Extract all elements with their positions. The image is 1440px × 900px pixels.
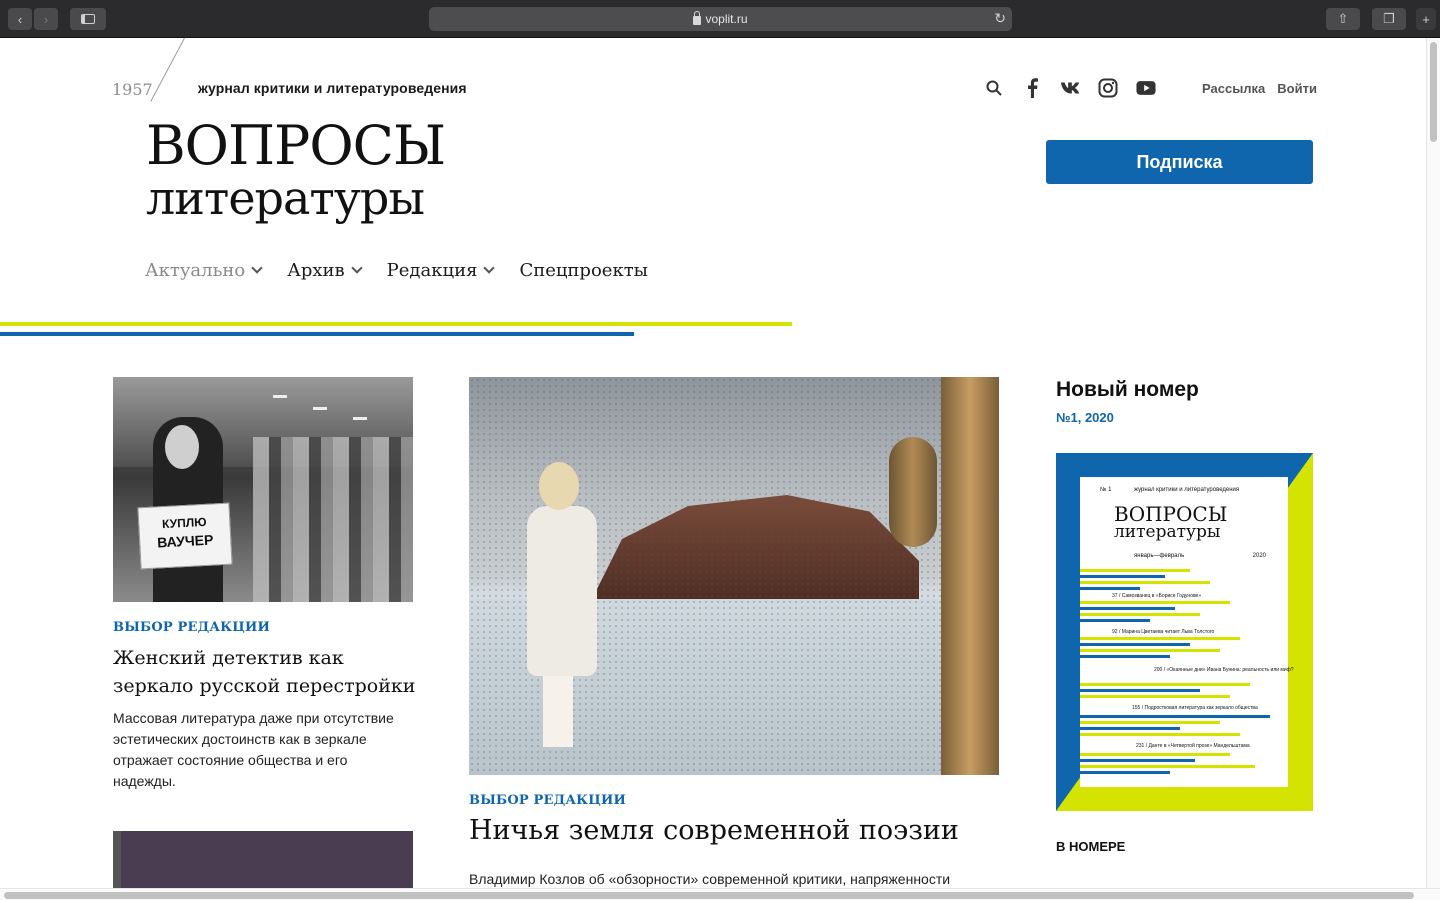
cover-contents-item: 37 / Самозванец в «Борисе Годунове» bbox=[1112, 593, 1202, 599]
cover-months: январь—февраль bbox=[1134, 553, 1185, 559]
site-tagline: журнал критики и литературоведения bbox=[198, 80, 467, 96]
login-link[interactable]: Войти bbox=[1277, 81, 1317, 96]
article-tag[interactable]: ВЫБОР РЕДАКЦИИ bbox=[113, 620, 270, 635]
cover-title-line2: литературы bbox=[1114, 522, 1221, 542]
chevron-down-icon bbox=[483, 261, 496, 274]
nav-item-actual[interactable]: Актуально bbox=[145, 260, 263, 281]
article-image-voucher[interactable]: КУПЛЮ ВАУЧЕР bbox=[113, 377, 413, 602]
nav-item-editorial[interactable]: Редакция bbox=[386, 260, 496, 281]
scroll-thumb[interactable] bbox=[4, 892, 1414, 899]
cover-number: № 1 bbox=[1100, 487, 1112, 493]
back-button[interactable]: ‹ bbox=[8, 8, 32, 30]
in-issue-heading: В НОМЕРЕ bbox=[1056, 839, 1126, 854]
subscribe-button[interactable]: Подписка bbox=[1046, 140, 1313, 184]
decorative-line-blue bbox=[0, 332, 634, 336]
url-text: voplit.ru bbox=[705, 12, 748, 26]
new-issue-heading: Новый номер bbox=[1056, 378, 1199, 401]
vertical-scrollbar[interactable] bbox=[1426, 38, 1440, 888]
cover-year: 2020 bbox=[1252, 553, 1266, 559]
nav-item-label: Редакция bbox=[386, 260, 478, 281]
vk-icon[interactable] bbox=[1060, 77, 1080, 99]
chevron-down-icon bbox=[351, 261, 363, 274]
sidebar-toggle-button[interactable] bbox=[70, 8, 106, 30]
nav-item-label: Актуально bbox=[145, 260, 246, 281]
chevron-down-icon bbox=[251, 261, 263, 274]
lock-icon bbox=[693, 10, 702, 25]
sidebar-icon bbox=[81, 14, 95, 24]
social-icons bbox=[984, 77, 1156, 99]
article-tag[interactable]: ВЫБОР РЕДАКЦИИ bbox=[469, 793, 626, 808]
nav-item-archive[interactable]: Архив bbox=[287, 260, 363, 281]
issue-cover[interactable]: № 1 журнал критики и литературоведения В… bbox=[1056, 453, 1313, 811]
tabs-button[interactable]: ❐ bbox=[1372, 8, 1406, 30]
cover-contents-item: 155 / Подростковая литература как зеркал… bbox=[1132, 705, 1258, 711]
newsletter-link[interactable]: Рассылка bbox=[1202, 81, 1265, 96]
issue-number-link[interactable]: №1, 2020 bbox=[1056, 410, 1114, 425]
facebook-icon[interactable] bbox=[1022, 77, 1042, 99]
article-image-next[interactable] bbox=[113, 831, 413, 888]
main-nav: Актуально Архив Редакция Спецпроекты bbox=[145, 260, 648, 281]
logo-divider bbox=[150, 37, 185, 102]
article-description: Владимир Козлов об «обзорности» современ… bbox=[469, 871, 951, 887]
cover-contents-item: 92 / Марина Цветаева читает Льва Толстог… bbox=[1112, 629, 1215, 635]
founding-year: 1957 bbox=[112, 80, 153, 99]
site-logo-line2[interactable]: литературы bbox=[146, 168, 425, 228]
search-icon[interactable] bbox=[984, 77, 1004, 99]
account-links: Рассылка Войти bbox=[1202, 81, 1317, 96]
voucher-sign: КУПЛЮ ВАУЧЕР bbox=[137, 502, 233, 570]
scroll-thumb[interactable] bbox=[1430, 42, 1437, 142]
horizontal-scrollbar[interactable] bbox=[0, 888, 1440, 900]
article-title[interactable]: Женский детектив как зеркало русской пер… bbox=[113, 644, 423, 700]
new-tab-button[interactable]: + bbox=[1416, 8, 1436, 30]
decorative-line-yellow bbox=[0, 322, 792, 326]
youtube-icon[interactable] bbox=[1136, 77, 1156, 99]
address-bar[interactable]: voplit.ru ↻ bbox=[429, 7, 1012, 31]
instagram-icon[interactable] bbox=[1098, 77, 1118, 99]
cover-tagline: журнал критики и литературоведения bbox=[1134, 487, 1240, 493]
reload-icon[interactable]: ↻ bbox=[994, 10, 1006, 27]
article-title[interactable]: Ничья земля современной поэзии bbox=[469, 815, 959, 846]
cover-contents-item: 231 / Данте в «Четвертой прозе» Мандельш… bbox=[1136, 743, 1250, 749]
share-button[interactable]: ⇧ bbox=[1326, 8, 1360, 30]
nav-item-label: Архив bbox=[287, 260, 345, 281]
nav-item-label: Спецпроекты bbox=[519, 260, 648, 281]
cover-contents-item: 200 / «Окаянные дни» Ивана Бунина: реаль… bbox=[1154, 667, 1294, 673]
forward-button[interactable]: › bbox=[34, 8, 58, 30]
cover-page: № 1 журнал критики и литературоведения В… bbox=[1080, 477, 1294, 787]
browser-toolbar: ‹ › voplit.ru ↻ ⇧ ❐ + bbox=[0, 0, 1440, 38]
nav-item-special-projects[interactable]: Спецпроекты bbox=[519, 260, 648, 281]
article-description: Массовая литература даже при отсутствие … bbox=[113, 710, 394, 789]
article-image-featured[interactable] bbox=[469, 377, 999, 775]
